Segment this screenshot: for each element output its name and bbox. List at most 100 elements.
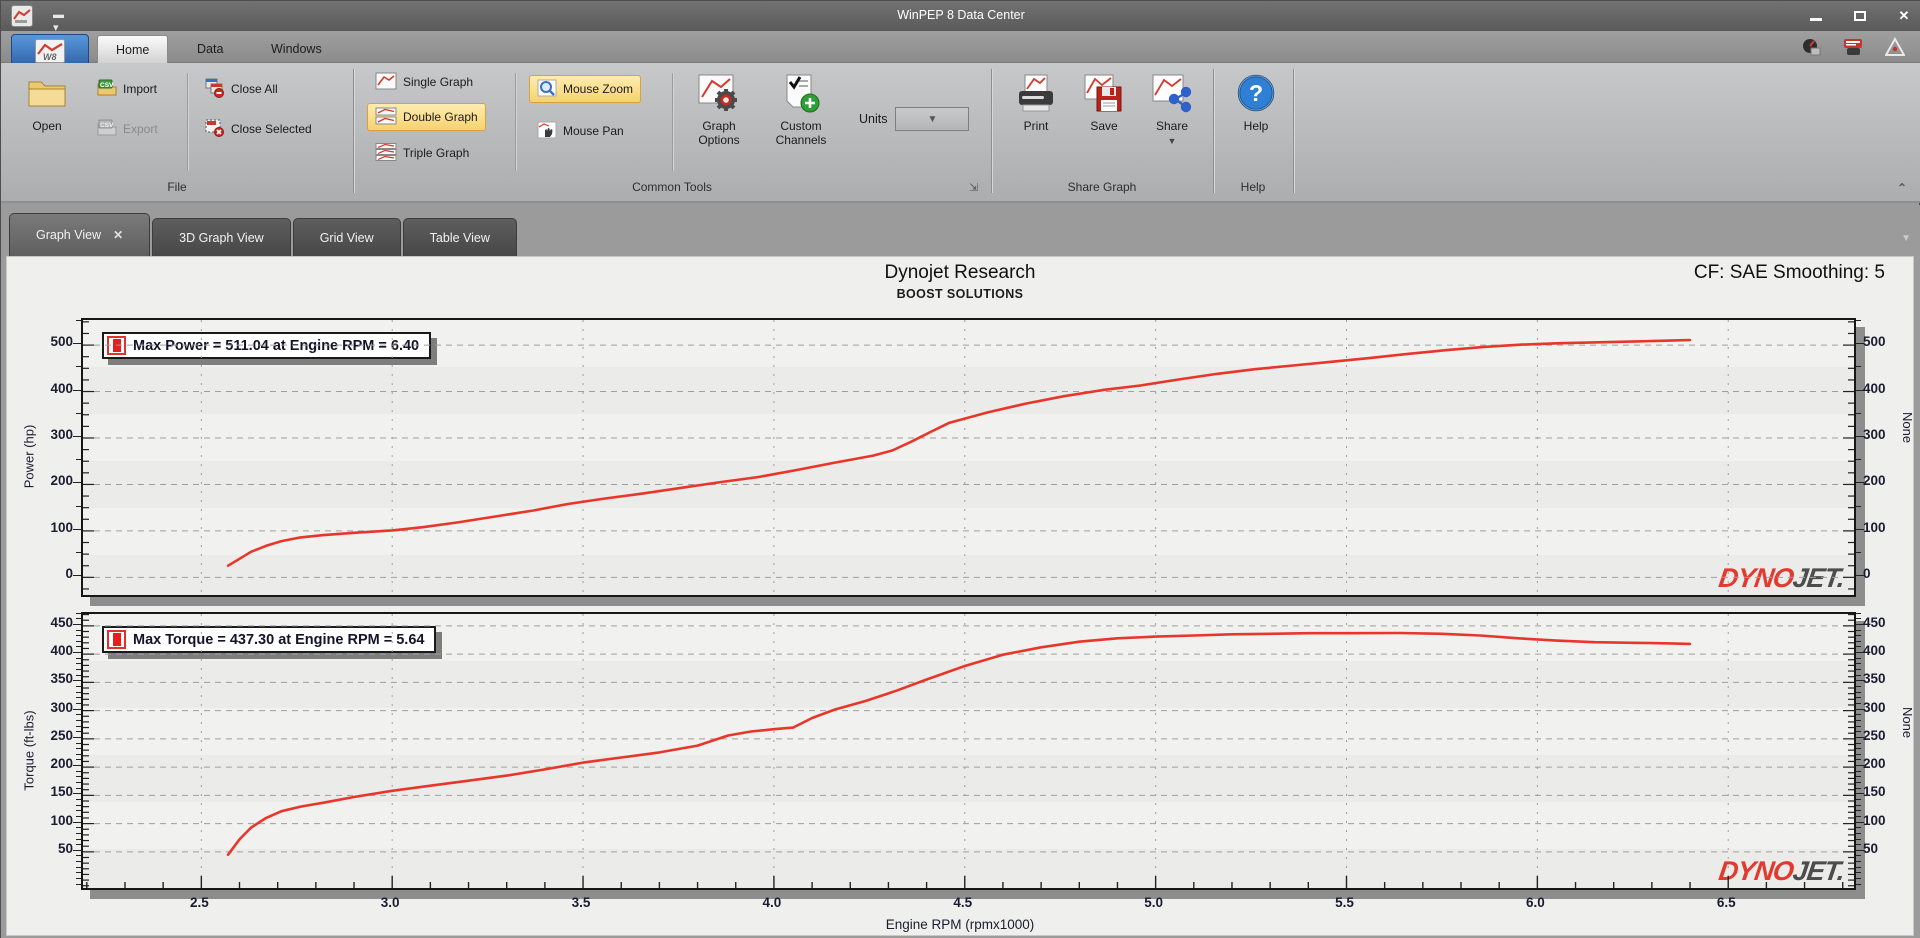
tick-mark	[1856, 827, 1861, 829]
power-axis-title: Power (hp)	[21, 424, 37, 489]
close-tab-icon[interactable]: ✕	[113, 228, 123, 242]
title-bar: ▬ ▾ WinPEP 8 Data Center ✕	[1, 1, 1920, 34]
triple-graph-button[interactable]: Triple Graph	[367, 139, 477, 167]
ribbon-tab-home[interactable]: Home	[97, 35, 169, 63]
close-button[interactable]: ✕	[1895, 8, 1913, 24]
tick-mark	[1856, 319, 1861, 321]
tab-table-view[interactable]: Table View	[402, 218, 517, 256]
tick-mark	[1856, 776, 1861, 778]
tick-mark	[1856, 810, 1861, 812]
minimize-button[interactable]	[1807, 9, 1825, 24]
tick-mark	[73, 435, 81, 437]
tab-list-dropdown-icon[interactable]: ▼	[1901, 233, 1911, 244]
tick-mark	[1856, 674, 1861, 676]
tick-mark	[1856, 832, 1861, 834]
save-button[interactable]: Save	[1075, 67, 1133, 171]
tick-label: 300	[1863, 699, 1886, 715]
tick-mark	[73, 623, 81, 625]
tick-mark	[1856, 804, 1861, 806]
tick-mark	[1856, 663, 1861, 665]
import-button[interactable]: CSV Import	[89, 75, 165, 103]
share-icon	[1151, 73, 1193, 119]
share-button[interactable]: Share ▼	[1143, 67, 1201, 171]
ribbon-tab-windows[interactable]: Windows	[253, 35, 340, 63]
tick-mark	[1856, 623, 1864, 625]
custom-channels-button[interactable]: Custom Channels	[765, 67, 837, 171]
group-label-help: Help	[1240, 180, 1266, 194]
svg-text:CSV: CSV	[100, 82, 114, 89]
tick-mark	[1856, 742, 1861, 744]
tick-mark	[1856, 702, 1861, 704]
tick-label: 6.0	[1525, 895, 1545, 910]
export-button[interactable]: CSV Export	[89, 115, 166, 143]
tick-mark	[76, 866, 81, 868]
print-button[interactable]: Print	[1007, 67, 1065, 171]
warning-triangle-tray-icon[interactable]	[1885, 37, 1905, 57]
close-all-button[interactable]: Close All	[197, 75, 286, 103]
tick-mark	[1856, 459, 1861, 461]
power-chart-plot[interactable]: Max Power = 511.04 at Engine RPM = 6.40 …	[81, 318, 1856, 597]
gauge-tray-icon[interactable]	[1801, 37, 1821, 57]
tick-label: 200	[1863, 756, 1886, 772]
share-dropdown-caret-icon[interactable]: ▼	[1168, 134, 1177, 148]
tick-mark	[76, 838, 81, 840]
tick-mark	[76, 635, 81, 637]
tick-label: 300	[1863, 426, 1886, 442]
units-dropdown[interactable]: ▼	[895, 107, 970, 131]
tick-mark	[1856, 686, 1861, 687]
tick-mark	[73, 821, 81, 823]
import-csv-icon: CSV	[97, 79, 117, 100]
tick-mark	[76, 725, 81, 727]
mouse-pan-button[interactable]: Mouse Pan	[529, 117, 632, 145]
common-tools-dialog-launcher-icon[interactable]: ⇲	[969, 181, 978, 194]
torque-chart-plot[interactable]: Max Torque = 437.30 at Engine RPM = 5.64…	[81, 612, 1856, 890]
tick-label: 100	[50, 519, 73, 535]
tick-label: 150	[50, 784, 73, 800]
close-selected-button[interactable]: Close Selected	[197, 115, 320, 143]
ribbon-tab-data[interactable]: Data	[179, 35, 241, 63]
tick-mark	[1856, 849, 1864, 851]
group-label-share-graph: Share Graph	[1067, 180, 1137, 194]
help-button[interactable]: ? Help	[1227, 67, 1285, 171]
tab-3d-graph-view[interactable]: 3D Graph View	[152, 218, 291, 256]
tab-grid-view[interactable]: Grid View	[292, 218, 401, 256]
mouse-zoom-button[interactable]: Mouse Zoom	[529, 75, 642, 103]
tick-label: 3.5	[571, 895, 591, 910]
tick-label: 100	[1863, 812, 1886, 828]
graph-options-button[interactable]: Graph Options	[687, 67, 751, 171]
tab-graph-view[interactable]: Graph View ✕	[9, 213, 151, 256]
double-graph-button[interactable]: Double Graph	[367, 103, 486, 131]
tick-mark	[1856, 505, 1861, 507]
tick-mark	[76, 872, 81, 874]
tick-mark	[1856, 793, 1864, 795]
window-title: WinPEP 8 Data Center	[897, 8, 1025, 22]
tick-mark	[76, 810, 81, 812]
tick-mark	[1856, 652, 1864, 654]
ribbon-tab-row: W8 Home Data Windows	[1, 31, 1920, 68]
export-csv-icon: CSV	[97, 119, 117, 140]
tick-mark	[76, 787, 81, 789]
tick-mark	[1856, 646, 1861, 648]
tick-mark	[73, 575, 81, 577]
tick-mark	[76, 748, 81, 750]
tick-label: 450	[1863, 614, 1886, 630]
tick-mark	[76, 646, 81, 648]
single-graph-button[interactable]: Single Graph	[367, 68, 481, 96]
device-tray-icon[interactable]	[1843, 37, 1863, 57]
tick-mark	[76, 669, 81, 671]
tick-label: 200	[1863, 473, 1886, 489]
tick-label: 350	[50, 671, 73, 687]
maximize-button[interactable]	[1851, 9, 1869, 24]
tick-mark	[76, 798, 81, 800]
tick-mark	[76, 686, 81, 687]
tick-mark	[1856, 412, 1861, 414]
tick-mark	[73, 389, 81, 391]
tick-mark	[1856, 343, 1864, 345]
open-button[interactable]: Open	[15, 67, 79, 171]
tick-mark	[76, 844, 81, 846]
tick-mark	[76, 702, 81, 704]
tick-mark	[1856, 872, 1861, 874]
tick-mark	[1856, 618, 1861, 620]
tick-mark	[1856, 748, 1861, 750]
collapse-ribbon-icon[interactable]: ⌃	[1897, 181, 1907, 195]
